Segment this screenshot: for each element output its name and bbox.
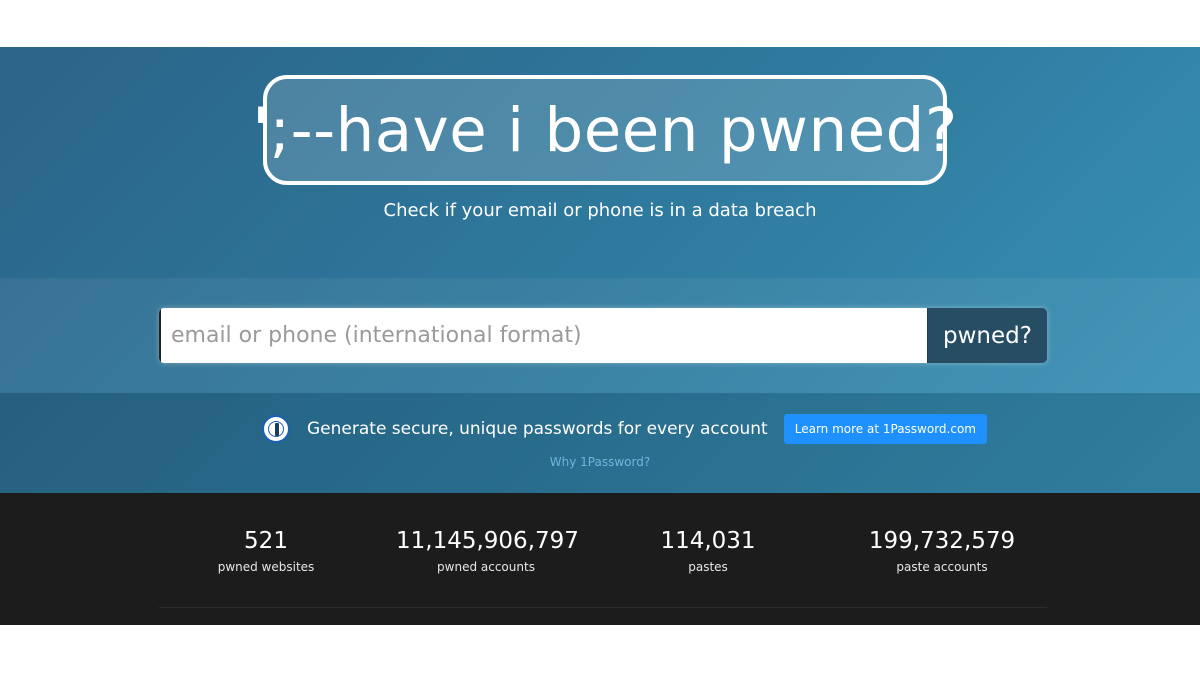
stat-label: pwned accounts — [437, 560, 535, 574]
why-1password-link[interactable]: Why 1Password? — [0, 455, 1200, 469]
learn-more-button[interactable]: Learn more at 1Password.com — [783, 414, 987, 444]
stat-paste-accounts: 199,732,579 paste accounts — [862, 527, 1022, 574]
stat-value: 11,145,906,797 — [396, 528, 579, 554]
stat-label: paste accounts — [896, 560, 988, 574]
promo-band: Generate secure, unique passwords for ev… — [0, 393, 1200, 493]
stat-value: 114,031 — [660, 528, 756, 554]
stat-label: pwned websites — [217, 560, 315, 574]
stats-section: 521 pwned websites 11,145,906,797 pwned … — [0, 493, 1200, 625]
stat-value: 521 — [244, 528, 288, 554]
stat-label: pastes — [688, 560, 728, 574]
stat-value: 199,732,579 — [868, 528, 1016, 554]
stat-pastes: 114,031 pastes — [648, 527, 768, 574]
site-logo[interactable]: ';--have i been pwned? — [252, 75, 957, 185]
promo-text: Generate secure, unique passwords for ev… — [307, 419, 768, 439]
1password-icon — [262, 415, 290, 443]
pwned-button[interactable]: pwned? — [927, 308, 1047, 363]
stat-pwned-websites: 521 pwned websites — [206, 527, 326, 574]
tagline: Check if your email or phone is in a dat… — [383, 200, 817, 221]
logo-text: ';--have i been pwned? — [252, 94, 958, 166]
search-form: pwned? — [159, 308, 1047, 363]
stats-divider — [159, 607, 1047, 608]
hero-header: ';--have i been pwned? Check if your ema… — [0, 47, 1200, 278]
promo-row: Generate secure, unique passwords for ev… — [262, 413, 987, 445]
search-band: pwned? — [0, 278, 1200, 393]
hero-section: ';--have i been pwned? Check if your ema… — [0, 47, 1200, 493]
search-input[interactable] — [159, 308, 927, 363]
stat-pwned-accounts: 11,145,906,797 pwned accounts — [396, 527, 579, 574]
